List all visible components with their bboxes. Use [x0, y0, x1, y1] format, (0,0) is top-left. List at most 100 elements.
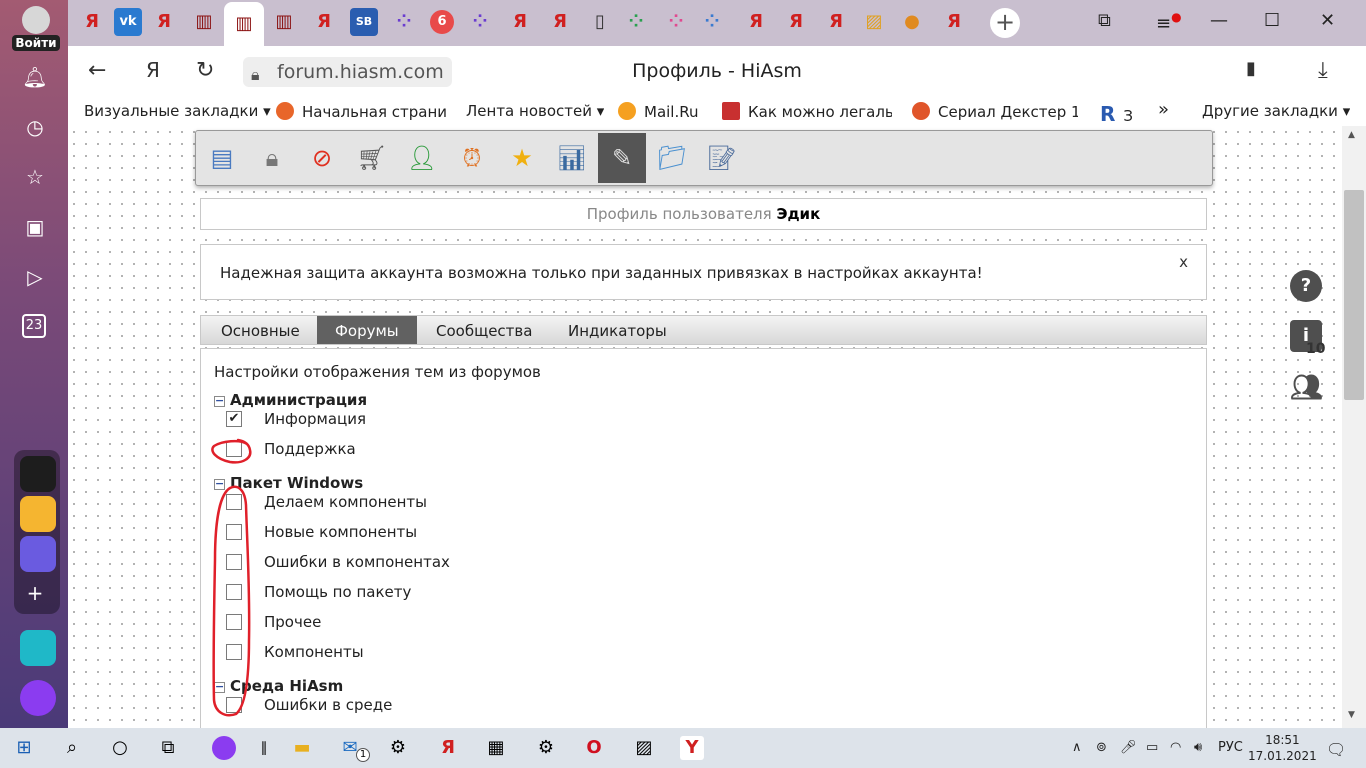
tab-yandex[interactable]: Я	[78, 8, 106, 36]
other-bookmarks[interactable]: Другие закладки ▾	[1202, 102, 1350, 120]
volume-icon[interactable]: 🔊︎	[1194, 740, 1202, 755]
music-app-icon[interactable]	[20, 456, 56, 492]
collapse-icon[interactable]: −	[214, 395, 225, 407]
tab-apps[interactable]: ⁘	[466, 8, 494, 36]
tab-image[interactable]: ▨	[860, 8, 888, 36]
tab-yandex[interactable]: Я	[150, 8, 178, 36]
checkbox[interactable]	[226, 441, 242, 457]
checkbox[interactable]	[226, 554, 242, 570]
tab-yandex[interactable]: Я	[940, 8, 968, 36]
tab-badge[interactable]: 6	[430, 10, 454, 34]
history-icon[interactable]: ◷	[22, 114, 48, 140]
checkbox[interactable]	[226, 697, 242, 713]
tab-hiasm-active[interactable]: ▥	[224, 2, 264, 46]
tray-app-icon[interactable]: ⊚	[1096, 740, 1107, 755]
collapse-icon[interactable]: −	[214, 681, 225, 693]
page-scrollbar[interactable]: ▲ ▼	[1342, 126, 1366, 728]
calculator-icon[interactable]: ▦	[484, 736, 508, 760]
collections-icon[interactable]: ▣	[22, 214, 48, 240]
help-icon[interactable]: ?	[1290, 270, 1322, 302]
tab-apps[interactable]: ⁘	[662, 8, 690, 36]
puzzle-icon[interactable]: ⚙	[386, 736, 410, 760]
tab-yandex[interactable]: Я	[546, 8, 574, 36]
group-windows-package[interactable]: − Пакет Windows	[214, 474, 363, 492]
tab-yandex[interactable]: Я	[782, 8, 810, 36]
checkbox[interactable]	[226, 494, 242, 510]
bookmark-dexter[interactable]: Сериал Декстер 1	[912, 102, 1078, 121]
bookmark-visual[interactable]: Визуальные закладки ▾	[84, 102, 271, 120]
minimize-icon[interactable]: —	[1210, 10, 1228, 31]
bookmark-mailru[interactable]: Mail.Ru	[618, 102, 699, 121]
menu-icon[interactable]: ≡●	[1156, 10, 1182, 34]
search-icon[interactable]: ⌕	[60, 736, 84, 760]
network-icon[interactable]: ▭	[1146, 740, 1158, 755]
scroll-up-icon[interactable]: ▲	[1348, 130, 1355, 140]
tab-yandex[interactable]: Я	[506, 8, 534, 36]
checkbox-checked[interactable]: ✔	[226, 411, 242, 427]
tab-yandex[interactable]: Я	[742, 8, 770, 36]
bookmark-icon[interactable]: ▮	[1246, 58, 1256, 79]
tab-communities[interactable]: Сообщества	[418, 316, 550, 344]
mail-app-icon[interactable]	[20, 496, 56, 532]
tab-main[interactable]: Основные	[203, 316, 318, 344]
yandex-taskbar-icon[interactable]: Я	[436, 736, 460, 760]
cortana-icon[interactable]: ○	[108, 736, 132, 760]
send-app-icon[interactable]	[20, 630, 56, 666]
tab-document[interactable]: ▯	[586, 8, 614, 36]
notice-close-button[interactable]: x	[1179, 253, 1188, 271]
bookmark-legal[interactable]: Как можно легаль	[722, 102, 892, 121]
image-viewer-icon[interactable]: ▨	[632, 736, 656, 760]
task-view-icon[interactable]: ⧉	[156, 736, 180, 760]
tab-sb[interactable]: SB	[350, 8, 378, 36]
more-bookmarks-button[interactable]: »	[1158, 99, 1169, 120]
chart-icon[interactable]: 📊︎	[548, 133, 596, 183]
alarm-clock-icon[interactable]: ⏰︎	[448, 133, 496, 183]
messenger-app-icon[interactable]	[20, 536, 56, 572]
bookmark-r[interactable]: RЗ	[1100, 102, 1133, 126]
checkbox[interactable]	[226, 524, 242, 540]
login-button[interactable]: Войти	[12, 6, 60, 51]
folder-icon[interactable]: 📁︎	[648, 133, 696, 183]
tray-expand-icon[interactable]: ∧	[1072, 740, 1082, 755]
start-icon[interactable]: ⊞	[12, 736, 36, 760]
lock-icon[interactable]: 🔒︎	[248, 133, 296, 183]
settings-icon[interactable]: ⚙	[534, 736, 558, 760]
scroll-thumb[interactable]	[1344, 190, 1364, 400]
star-icon[interactable]: ★	[498, 133, 546, 183]
notepad-icon[interactable]: 📝︎	[698, 133, 746, 183]
new-tab-button[interactable]: +	[990, 8, 1020, 38]
bell-icon[interactable]: 🔔︎	[22, 64, 48, 90]
cart-icon[interactable]: 🛒︎	[348, 133, 396, 183]
user-icon[interactable]: 👤︎	[398, 133, 446, 183]
tab-hiasm[interactable]: ▥	[190, 8, 218, 36]
users-icon[interactable]: 👥︎	[1290, 372, 1323, 404]
clock[interactable]: 18:51 17.01.2021	[1248, 732, 1317, 764]
bookmark-start-page[interactable]: Начальная страни	[276, 102, 446, 121]
checkbox[interactable]	[226, 584, 242, 600]
calendar-icon[interactable]: 23	[22, 314, 46, 338]
tabs-overview-icon[interactable]: ⧉	[1098, 10, 1111, 31]
tools-icon[interactable]: ✎	[598, 133, 646, 183]
collapse-icon[interactable]: −	[214, 478, 225, 490]
star-icon[interactable]: ☆	[22, 164, 48, 190]
tab-apps[interactable]: ⁘	[622, 8, 650, 36]
profile-card-icon[interactable]: ▤	[198, 133, 246, 183]
language-indicator[interactable]: РУС	[1218, 740, 1243, 755]
yandex-browser-icon[interactable]: Y	[680, 736, 704, 760]
tab-vk[interactable]: vk	[114, 8, 142, 36]
explorer-icon[interactable]: ▬	[290, 736, 314, 760]
tab-apps[interactable]: ⁘	[390, 8, 418, 36]
opera-icon[interactable]: O	[582, 736, 606, 760]
mic-icon[interactable]: 🎤︎	[1120, 740, 1137, 755]
add-icon[interactable]: +	[22, 580, 48, 606]
tab-forums[interactable]: Форумы	[317, 316, 417, 344]
download-icon[interactable]: ⤓	[1318, 58, 1328, 83]
bookmark-news[interactable]: Лента новостей ▾	[466, 102, 604, 120]
group-administration[interactable]: − Администрация	[214, 391, 367, 409]
alice-taskbar-icon[interactable]	[212, 736, 236, 760]
tab-indicators[interactable]: Индикаторы	[550, 316, 685, 344]
tab-yandex[interactable]: Я	[310, 8, 338, 36]
wifi-icon[interactable]: ◠	[1170, 740, 1181, 755]
scroll-down-icon[interactable]: ▼	[1348, 710, 1355, 720]
tab-yandex[interactable]: Я	[822, 8, 850, 36]
